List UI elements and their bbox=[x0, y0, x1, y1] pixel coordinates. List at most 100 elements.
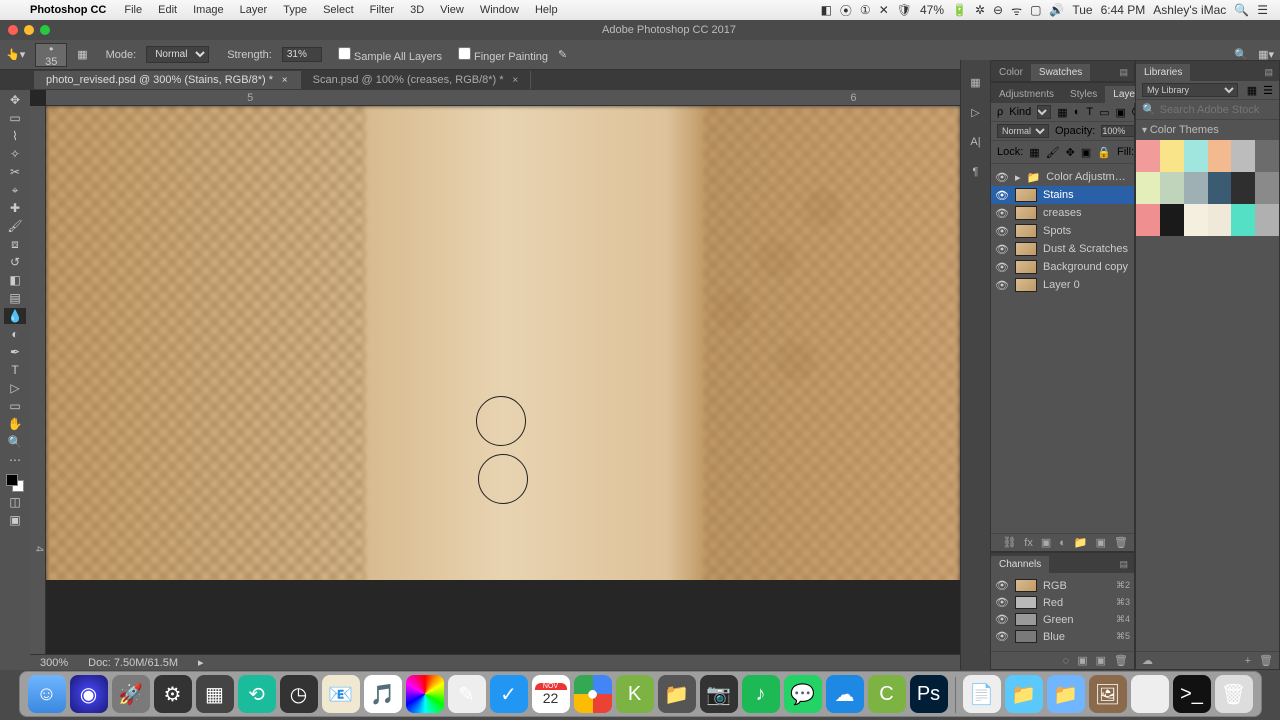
color-swatches-tool[interactable] bbox=[6, 474, 24, 492]
marquee-tool[interactable]: ▭ bbox=[4, 110, 26, 126]
library-grid-icon[interactable]: ▦ bbox=[1247, 84, 1257, 97]
link-layers-icon[interactable]: ⛓ bbox=[1002, 536, 1016, 549]
dock-app-icon[interactable]: ◷ bbox=[280, 675, 318, 713]
visibility-toggle-icon[interactable]: 👁 bbox=[995, 171, 1009, 184]
visibility-toggle-icon[interactable]: 👁 bbox=[995, 189, 1009, 202]
dock-app-icon[interactable]: C bbox=[868, 675, 906, 713]
color-swatch[interactable] bbox=[1136, 172, 1160, 204]
visibility-toggle-icon[interactable]: 👁 bbox=[995, 596, 1009, 609]
color-swatch[interactable] bbox=[1184, 204, 1208, 236]
hand-tool[interactable]: ✋ bbox=[4, 416, 26, 432]
adjustment-layer-icon[interactable]: ◐ bbox=[1059, 537, 1066, 549]
ruler-vertical[interactable]: 4 bbox=[30, 106, 46, 670]
quick-mask-tool[interactable]: ◫ bbox=[4, 494, 26, 510]
dock-app-icon[interactable] bbox=[406, 675, 444, 713]
visibility-toggle-icon[interactable]: 👁 bbox=[995, 225, 1009, 238]
menu-help[interactable]: Help bbox=[535, 4, 558, 16]
menu-file[interactable]: File bbox=[124, 4, 142, 16]
dock-app-icon[interactable]: ✓ bbox=[490, 675, 528, 713]
smudge-tool[interactable]: 💧 bbox=[4, 308, 26, 324]
visibility-toggle-icon[interactable]: 👁 bbox=[995, 261, 1009, 274]
panel-menu-icon[interactable]: ▤ bbox=[1113, 64, 1134, 81]
menu-filter[interactable]: Filter bbox=[370, 4, 394, 16]
visibility-toggle-icon[interactable]: 👁 bbox=[995, 243, 1009, 256]
lock-trans-icon[interactable]: ▦ bbox=[1029, 146, 1039, 159]
magic-wand-tool[interactable]: ✧ bbox=[4, 146, 26, 162]
blend-mode-select[interactable]: Normal bbox=[146, 46, 209, 63]
menu-window[interactable]: Window bbox=[480, 4, 519, 16]
zoom-window-button[interactable] bbox=[40, 25, 50, 35]
visibility-toggle-icon[interactable]: 👁 bbox=[995, 279, 1009, 292]
menu-layer[interactable]: Layer bbox=[240, 4, 268, 16]
dock-app-icon[interactable]: ● bbox=[574, 675, 612, 713]
brush-panel-icon[interactable]: ▦ bbox=[77, 48, 87, 61]
user-name[interactable]: Ashley's iMac bbox=[1153, 3, 1226, 17]
path-select-tool[interactable]: ▷ bbox=[4, 380, 26, 396]
dock-app-icon[interactable]: 📁 bbox=[658, 675, 696, 713]
status-icon[interactable]: ① bbox=[860, 3, 871, 17]
dock-app-icon[interactable]: >_ bbox=[1173, 675, 1211, 713]
library-select[interactable]: My Library bbox=[1142, 83, 1238, 97]
color-swatch[interactable] bbox=[1255, 140, 1279, 172]
type-tool[interactable]: T bbox=[4, 362, 26, 378]
dock-app-icon[interactable]: ✎ bbox=[448, 675, 486, 713]
eyedropper-tool[interactable]: ⌖ bbox=[4, 182, 26, 198]
dock-app-icon[interactable]: ◉ bbox=[70, 675, 108, 713]
visibility-toggle-icon[interactable]: 👁 bbox=[995, 630, 1009, 643]
load-selection-icon[interactable]: ◌ bbox=[1063, 655, 1070, 667]
dodge-tool[interactable]: ◐ bbox=[4, 326, 26, 342]
lock-all-icon[interactable]: 🔒 bbox=[1097, 146, 1111, 159]
color-swatch[interactable] bbox=[1255, 204, 1279, 236]
lasso-tool[interactable]: ⌇ bbox=[4, 128, 26, 144]
dock-app-icon[interactable]: 📁 bbox=[1005, 675, 1043, 713]
filter-smart-icon[interactable]: ▣ bbox=[1116, 106, 1126, 119]
layer-thumbnail[interactable] bbox=[1015, 260, 1037, 274]
styles-tab[interactable]: Styles bbox=[1062, 86, 1105, 103]
finger-painting-checkbox[interactable]: Finger Painting bbox=[452, 47, 548, 63]
add-content-icon[interactable]: + bbox=[1245, 655, 1251, 667]
layer-name[interactable]: Layer 0 bbox=[1043, 279, 1130, 291]
zoom-tool[interactable]: 🔍 bbox=[4, 434, 26, 450]
strength-input[interactable] bbox=[282, 47, 322, 62]
status-icon[interactable]: ✲ bbox=[975, 3, 985, 17]
close-window-button[interactable] bbox=[8, 25, 18, 35]
color-swatch[interactable] bbox=[1160, 140, 1184, 172]
color-swatch[interactable] bbox=[1208, 172, 1232, 204]
status-icon[interactable]: ⊖ bbox=[993, 3, 1003, 17]
tool-preset-icon[interactable]: 👆▾ bbox=[6, 48, 25, 61]
dock-app-icon[interactable]: ⚙ bbox=[154, 675, 192, 713]
new-layer-icon[interactable]: ▣ bbox=[1096, 536, 1106, 549]
layer-fx-icon[interactable]: fx bbox=[1024, 537, 1033, 549]
layer-row[interactable]: 👁Background copy bbox=[991, 258, 1134, 276]
dock-app-icon[interactable]: 🗑 bbox=[1215, 675, 1253, 713]
color-swatch[interactable] bbox=[1160, 204, 1184, 236]
layer-thumbnail[interactable] bbox=[1015, 278, 1037, 292]
dock-app-icon[interactable]: ▦ bbox=[196, 675, 234, 713]
spotlight-icon[interactable]: 🔍 bbox=[1234, 3, 1249, 17]
delete-channel-icon[interactable]: 🗑 bbox=[1114, 654, 1128, 667]
healing-brush-tool[interactable]: ✚ bbox=[4, 200, 26, 216]
pressure-icon[interactable]: ✎ bbox=[558, 48, 567, 61]
status-icon[interactable]: ⦿ bbox=[840, 2, 852, 19]
visibility-toggle-icon[interactable]: 👁 bbox=[995, 579, 1009, 592]
paragraph-panel-icon[interactable]: ¶ bbox=[966, 162, 986, 182]
brush-tool[interactable]: 🖌 bbox=[4, 218, 26, 234]
save-selection-icon[interactable]: ▣ bbox=[1077, 654, 1087, 667]
dock-app-icon[interactable]: 📄 bbox=[963, 675, 1001, 713]
edit-toolbar[interactable]: ⋯ bbox=[4, 452, 26, 468]
channel-row[interactable]: 👁Blue⌘5 bbox=[991, 628, 1134, 645]
color-swatch[interactable] bbox=[1231, 172, 1255, 204]
color-themes-header[interactable]: ▾ Color Themes bbox=[1136, 120, 1279, 140]
color-swatch[interactable] bbox=[1231, 204, 1255, 236]
menu-view[interactable]: View bbox=[440, 4, 464, 16]
opacity-input[interactable] bbox=[1101, 125, 1135, 137]
cloud-sync-icon[interactable]: ☁ bbox=[1142, 654, 1153, 667]
layer-thumbnail[interactable] bbox=[1015, 242, 1037, 256]
zoom-level[interactable]: 300% bbox=[40, 657, 68, 669]
new-channel-icon[interactable]: ▣ bbox=[1096, 654, 1106, 667]
dock-app-icon[interactable]: ⟲ bbox=[238, 675, 276, 713]
layer-name[interactable]: Color Adjustments bbox=[1046, 171, 1130, 183]
menu-edit[interactable]: Edit bbox=[158, 4, 177, 16]
menu-3d[interactable]: 3D bbox=[410, 4, 424, 16]
layer-name[interactable]: Spots bbox=[1043, 225, 1130, 237]
